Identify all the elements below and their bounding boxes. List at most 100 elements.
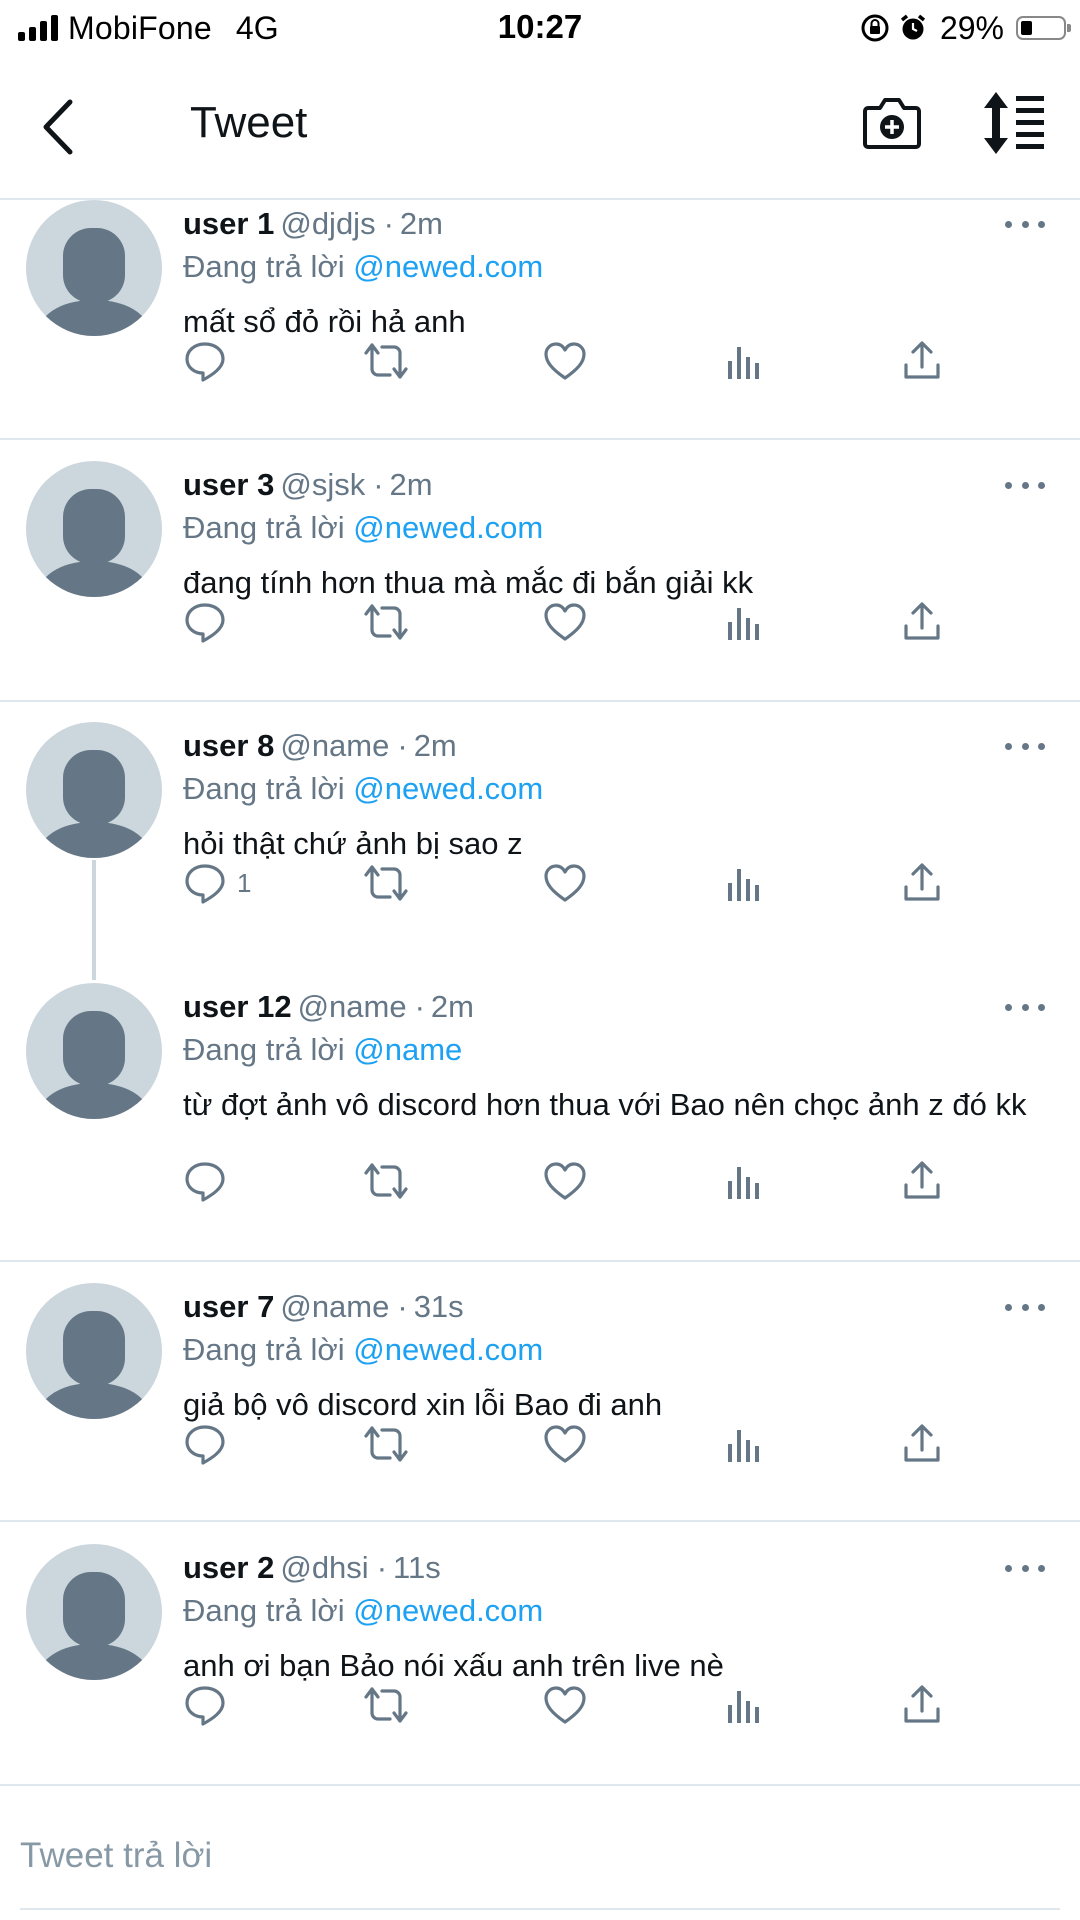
- reply-button[interactable]: [183, 1680, 237, 1730]
- like-button[interactable]: [542, 1419, 588, 1469]
- more-options-button[interactable]: [1005, 475, 1045, 495]
- more-options-button[interactable]: [1005, 736, 1045, 756]
- share-button[interactable]: [900, 336, 944, 386]
- user-handle[interactable]: @sjsk: [280, 467, 365, 502]
- reply-composer: [0, 1790, 1080, 1910]
- analytics-button[interactable]: [722, 336, 766, 386]
- share-icon: [900, 1422, 944, 1466]
- retweet-button[interactable]: [360, 1419, 412, 1469]
- nav-bar: Tweet: [0, 56, 1080, 200]
- analytics-button[interactable]: [722, 858, 766, 908]
- share-button[interactable]: [900, 858, 944, 908]
- avatar[interactable]: [26, 983, 162, 1119]
- camera-button[interactable]: [862, 92, 922, 154]
- back-button[interactable]: [30, 92, 90, 162]
- share-icon: [900, 1159, 944, 1203]
- retweet-icon: [360, 1683, 412, 1727]
- analytics-button[interactable]: [722, 1419, 766, 1469]
- tweet-divider: [0, 438, 1080, 440]
- sort-button[interactable]: [980, 88, 1050, 158]
- stats-icon: [722, 1683, 766, 1727]
- tweet-time: 11s: [393, 1550, 441, 1585]
- more-options-button[interactable]: [1005, 997, 1045, 1017]
- composer-underline: [20, 1908, 1060, 1910]
- default-avatar-icon: [34, 1311, 154, 1419]
- user-handle[interactable]: @name: [298, 989, 407, 1024]
- share-button[interactable]: [900, 1680, 944, 1730]
- retweet-button[interactable]: [360, 1156, 412, 1206]
- reply-icon: [183, 339, 227, 383]
- like-button[interactable]: [542, 858, 588, 908]
- tweet-actions: 1: [0, 858, 1080, 908]
- like-button[interactable]: [542, 336, 588, 386]
- tweet-actions: [0, 1680, 1080, 1730]
- more-options-button[interactable]: [1005, 1558, 1045, 1578]
- like-button[interactable]: [542, 597, 588, 647]
- replying-to-handle[interactable]: @newed.com: [353, 1593, 543, 1628]
- meta-separator: ·: [414, 989, 425, 1024]
- analytics-button[interactable]: [722, 1156, 766, 1206]
- tweet-divider: [0, 700, 1080, 702]
- like-button[interactable]: [542, 1680, 588, 1730]
- user-handle[interactable]: @dhsi: [280, 1550, 368, 1585]
- share-button[interactable]: [900, 597, 944, 647]
- user-name[interactable]: user 12: [183, 989, 292, 1024]
- user-name[interactable]: user 8: [183, 728, 274, 763]
- like-button[interactable]: [542, 1156, 588, 1206]
- stats-icon: [722, 1159, 766, 1203]
- tweet-actions: [0, 597, 1080, 647]
- replying-to: Đang trả lời @newed.com: [183, 771, 543, 807]
- heart-icon: [542, 600, 588, 644]
- user-name[interactable]: user 2: [183, 1550, 274, 1585]
- heart-icon: [542, 1159, 588, 1203]
- share-button[interactable]: [900, 1419, 944, 1469]
- share-icon: [900, 861, 944, 905]
- avatar[interactable]: [26, 1283, 162, 1419]
- retweet-button[interactable]: [360, 597, 412, 647]
- tweet-actions: [0, 1156, 1080, 1206]
- status-bar: MobiFone 4G 10:27 29%: [0, 0, 1080, 56]
- retweet-button[interactable]: [360, 1680, 412, 1730]
- user-handle[interactable]: @name: [280, 1289, 389, 1324]
- user-handle[interactable]: @djdjs: [280, 206, 375, 241]
- share-button[interactable]: [900, 1156, 944, 1206]
- meta-separator: ·: [397, 728, 408, 763]
- reply-button[interactable]: [183, 1419, 237, 1469]
- reply-input[interactable]: [20, 1826, 1060, 1886]
- stats-icon: [722, 861, 766, 905]
- replying-to-handle[interactable]: @name: [353, 1032, 462, 1067]
- reply-icon: [183, 1683, 227, 1727]
- reply-button[interactable]: [183, 336, 237, 386]
- avatar[interactable]: [26, 461, 162, 597]
- default-avatar-icon: [34, 1011, 154, 1119]
- retweet-button[interactable]: [360, 858, 412, 908]
- analytics-button[interactable]: [722, 597, 766, 647]
- user-name[interactable]: user 3: [183, 467, 274, 502]
- reply-button[interactable]: [183, 1156, 237, 1206]
- reply-icon: [183, 600, 227, 644]
- more-options-button[interactable]: [1005, 214, 1045, 234]
- user-name[interactable]: user 1: [183, 206, 274, 241]
- avatar[interactable]: [26, 200, 162, 336]
- analytics-button[interactable]: [722, 1680, 766, 1730]
- meta-separator: ·: [383, 206, 394, 241]
- replying-to-handle[interactable]: @newed.com: [353, 1332, 543, 1367]
- reply-button[interactable]: [183, 597, 237, 647]
- retweet-button[interactable]: [360, 336, 412, 386]
- more-options-button[interactable]: [1005, 1297, 1045, 1317]
- heart-icon: [542, 861, 588, 905]
- avatar[interactable]: [26, 722, 162, 858]
- replying-to-handle[interactable]: @newed.com: [353, 249, 543, 284]
- tweet-time: 2m: [430, 989, 474, 1024]
- avatar[interactable]: [26, 1544, 162, 1680]
- meta-separator: ·: [376, 1550, 388, 1585]
- replying-to-handle[interactable]: @newed.com: [353, 510, 543, 545]
- replying-to-label: Đang trả lời: [183, 510, 345, 545]
- replying-to-handle[interactable]: @newed.com: [353, 771, 543, 806]
- user-name[interactable]: user 7: [183, 1289, 274, 1324]
- reply-icon: [183, 1422, 227, 1466]
- orientation-lock-icon: [861, 14, 889, 42]
- reply-button[interactable]: 1: [183, 858, 251, 908]
- stats-icon: [722, 339, 766, 383]
- user-handle[interactable]: @name: [280, 728, 389, 763]
